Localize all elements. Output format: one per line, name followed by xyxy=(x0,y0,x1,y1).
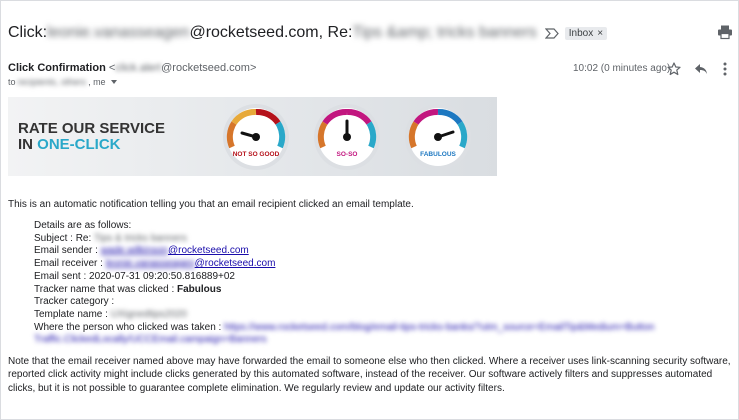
detail-template: Template name : UXignedtips2020 xyxy=(34,309,654,322)
reply-icon[interactable] xyxy=(694,63,708,75)
inbox-label[interactable]: Inbox × xyxy=(564,26,608,40)
detail-sender-label: Email sender : xyxy=(34,245,101,257)
sender-name[interactable]: Click Confirmation xyxy=(8,62,106,74)
detail-receiver-domain: @rocketseed.com xyxy=(194,258,276,270)
detail-tracker-name: Tracker name that was clicked : Fabulous xyxy=(34,284,654,297)
detail-sender-link[interactable]: wade.wilkinson@rocketseed.com xyxy=(101,245,249,256)
banner-title-in: IN xyxy=(18,136,38,153)
detail-tracker-name-label: Tracker name that was clicked : xyxy=(34,283,178,295)
detail-sent: Email sent : 2020-07-31 09:20:50.816889+… xyxy=(34,270,235,282)
detail-where-link-cont[interactable]: Traffic.ClickedLocally/UCCEmail.campaign… xyxy=(34,334,267,345)
detail-tracker-category: Tracker category : xyxy=(34,296,115,308)
detail-sender-domain: @rocketseed.com xyxy=(167,245,249,257)
detail-receiver-link[interactable]: leonie.vanasseagen@rocketseed.com xyxy=(106,258,276,269)
recipients-line: to recipients, others , me xyxy=(8,77,117,87)
gauge-label-not-so-good: NOT SO GOOD xyxy=(233,151,280,158)
detail-template-redacted: UXignedtips2020 xyxy=(110,308,187,320)
to-me: , me xyxy=(88,77,106,87)
intro-text: This is an automatic notification tellin… xyxy=(8,199,414,210)
gauge-label-fabulous: FABULOUS xyxy=(420,151,456,158)
detail-where-link[interactable]: https://www.rocketseed.com/blog/email-ti… xyxy=(224,322,654,333)
gauge-label-so-so: SO-SO xyxy=(337,151,358,158)
received-time: 10:02 (0 minutes ago) xyxy=(573,63,671,74)
detail-template-label: Template name : xyxy=(34,308,111,320)
remove-label-icon[interactable]: × xyxy=(597,28,603,39)
subject-prefix: Click: xyxy=(8,24,48,41)
banner-title: RATE OUR SERVICE IN ONE-CLICK xyxy=(18,121,165,153)
detail-subject-label: Subject : Re: xyxy=(34,232,94,244)
detail-where-label: Where the person who clicked was taken : xyxy=(34,321,225,333)
gauge-so-so[interactable]: SO-SO xyxy=(309,101,385,171)
sender-email-redacted: click.alert xyxy=(115,62,162,74)
detail-where-cont: Traffic.ClickedLocally/UCCEmail.campaign… xyxy=(34,334,654,347)
gauge-not-so-good[interactable]: NOT SO GOOD xyxy=(218,101,294,171)
show-details-caret-icon[interactable] xyxy=(110,80,117,84)
subject-recipient-redacted: leonie.vanasseagen xyxy=(47,24,190,41)
gauge-fabulous[interactable]: FABULOUS xyxy=(400,101,476,171)
print-icon[interactable] xyxy=(717,24,733,40)
detail-receiver-redacted: leonie.vanasseagen xyxy=(105,258,195,270)
detail-sender-redacted: wade.wilkinson xyxy=(100,245,168,257)
email-subject: Click: leonie.vanasseagen @rocketseed.co… xyxy=(8,22,608,44)
to-recipients-redacted: recipients, others xyxy=(17,77,87,87)
important-marker-icon[interactable] xyxy=(544,27,559,39)
inbox-label-text: Inbox xyxy=(568,27,594,39)
banner-title-accent: ONE-CLICK xyxy=(37,136,121,153)
detail-receiver-label: Email receiver : xyxy=(34,258,106,270)
sender-email-domain: @rocketseed.com> xyxy=(161,62,257,74)
subject-title-redacted: Tips &amp; tricks banners xyxy=(352,24,537,41)
banner-title-line1: RATE OUR SERVICE xyxy=(18,120,165,137)
rate-service-banner: RATE OUR SERVICE IN ONE-CLICK NOT SO GOO… xyxy=(8,97,497,176)
click-details: Details are as follows: Subject : Re: Ti… xyxy=(34,220,654,347)
sender-line: Click Confirmation <click.alert@rocketse… xyxy=(8,62,256,74)
detail-receiver: Email receiver : leonie.vanasseagen@rock… xyxy=(34,258,654,271)
disclaimer-note: Note that the email receiver named above… xyxy=(8,356,731,394)
details-heading: Details are as follows: xyxy=(34,220,132,231)
detail-sender: Email sender : wade.wilkinson@rocketseed… xyxy=(34,245,654,258)
to-prefix: to xyxy=(8,77,16,87)
subject-domain: @rocketseed.com, Re: xyxy=(189,24,353,41)
detail-tracker-name-value: Fabulous xyxy=(177,283,222,295)
detail-subject: Subject : Re: Tips & tricks banners xyxy=(34,233,654,246)
star-icon[interactable] xyxy=(667,62,681,76)
detail-where: Where the person who clicked was taken :… xyxy=(34,322,654,335)
more-vert-icon[interactable] xyxy=(722,61,728,77)
detail-subject-redacted: Tips & tricks banners xyxy=(93,232,187,244)
banner-title-line2: IN ONE-CLICK xyxy=(18,137,165,153)
